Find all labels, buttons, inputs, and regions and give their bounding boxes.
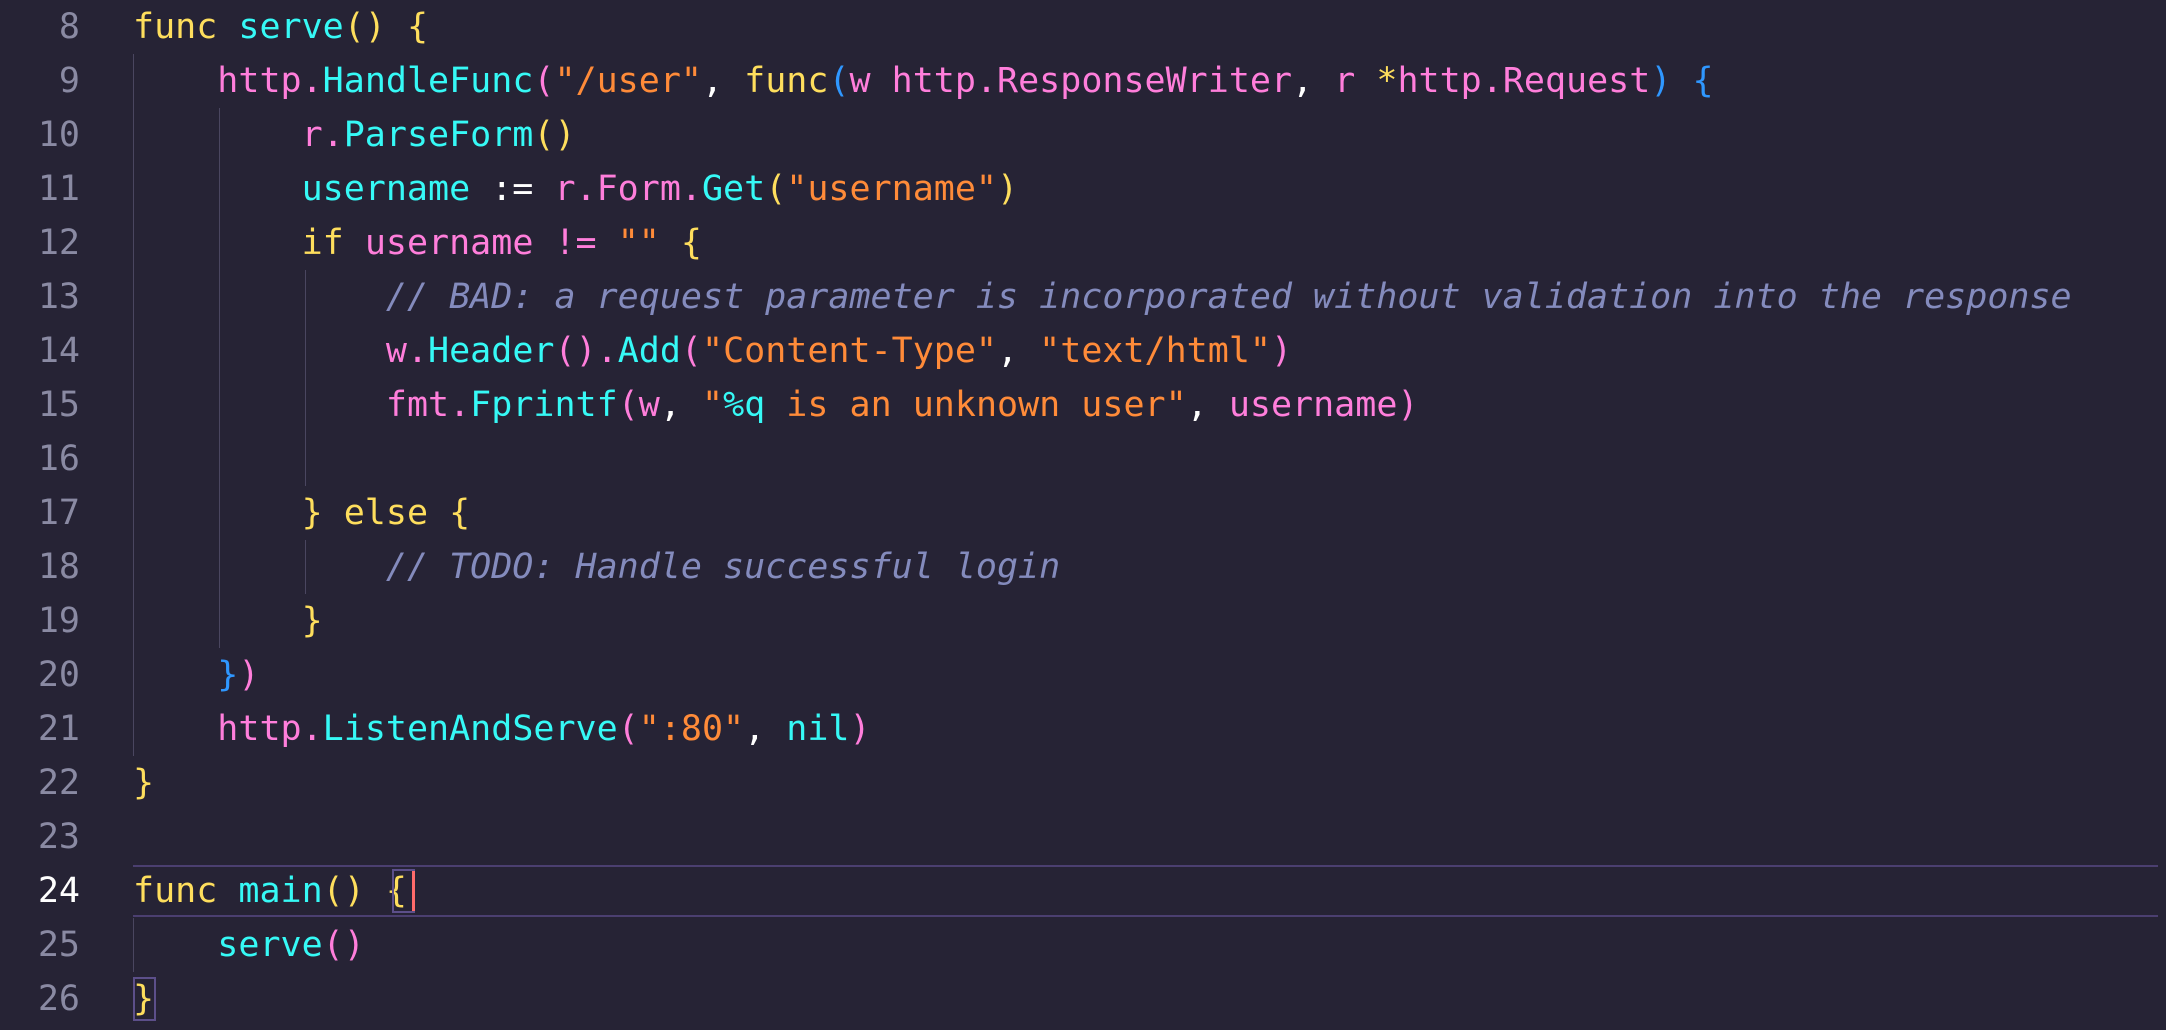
text-cursor (412, 871, 415, 911)
code-text[interactable]: w.Header().Add("Content-Type", "text/htm… (133, 324, 1292, 378)
code-text[interactable]: if username != "" { (133, 216, 702, 270)
code-text[interactable]: r.ParseForm() (133, 108, 576, 162)
code-text[interactable]: } (133, 594, 323, 648)
line-number: 13 (37, 277, 80, 317)
code-line[interactable]: 21 http.ListenAndServe(":80", nil) (0, 702, 2166, 756)
code-line[interactable]: 8 func serve() { (0, 0, 2166, 54)
line-number: 24 (37, 871, 80, 911)
code-text[interactable]: func main() { (133, 864, 407, 918)
code-editor[interactable]: 8 func serve() { 9 http.HandleFunc("/use… (0, 0, 2166, 1030)
code-line[interactable]: 15 fmt.Fprintf(w, "%q is an unknown user… (0, 378, 2166, 432)
code-line[interactable]: 13 // BAD: a request parameter is incorp… (0, 270, 2166, 324)
code-text[interactable]: // TODO: Handle successful login (133, 540, 1060, 594)
code-text[interactable]: }) (133, 648, 259, 702)
code-text[interactable]: } else { (133, 486, 471, 540)
code-line[interactable]: 12 if username != "" { (0, 216, 2166, 270)
line-number: 12 (37, 223, 80, 263)
code-line[interactable]: 10 r.ParseForm() (0, 108, 2166, 162)
line-number: 21 (37, 709, 80, 749)
code-line[interactable]: 9 http.HandleFunc("/user", func(w http.R… (0, 54, 2166, 108)
line-number: 10 (37, 115, 80, 155)
line-number: 22 (37, 763, 80, 803)
line-number: 17 (37, 493, 80, 533)
code-text[interactable]: http.HandleFunc("/user", func(w http.Res… (133, 54, 1713, 108)
code-line[interactable]: 14 w.Header().Add("Content-Type", "text/… (0, 324, 2166, 378)
code-line[interactable]: 16 (0, 432, 2166, 486)
line-number: 16 (37, 439, 80, 479)
code-line[interactable]: 25 serve() (0, 918, 2166, 972)
line-number: 20 (37, 655, 80, 695)
line-number: 9 (58, 61, 80, 101)
code-line[interactable]: 19 } (0, 594, 2166, 648)
code-line[interactable]: 20 }) (0, 648, 2166, 702)
code-line[interactable]: 26 } (0, 972, 2166, 1026)
line-number: 15 (37, 385, 80, 425)
bracket-match-close (133, 977, 156, 1021)
code-text[interactable]: username := r.Form.Get("username") (133, 162, 1019, 216)
code-text[interactable]: // BAD: a request parameter is incorpora… (133, 270, 2072, 324)
code-text[interactable]: func serve() { (133, 0, 428, 54)
code-line[interactable]: 11 username := r.Form.Get("username") (0, 162, 2166, 216)
line-number: 23 (37, 817, 80, 857)
code-line-active[interactable]: 24 func main() { (0, 864, 2166, 918)
line-number: 11 (37, 169, 80, 209)
code-line[interactable]: 22 } (0, 756, 2166, 810)
line-number: 26 (37, 979, 80, 1019)
code-text[interactable]: } (133, 756, 154, 810)
code-text[interactable]: fmt.Fprintf(w, "%q is an unknown user", … (133, 378, 1419, 432)
line-number: 18 (37, 547, 80, 587)
line-number: 8 (58, 7, 80, 47)
code-line[interactable]: 18 // TODO: Handle successful login (0, 540, 2166, 594)
line-number: 25 (37, 925, 80, 965)
line-number: 19 (37, 601, 80, 641)
code-line[interactable]: 23 (0, 810, 2166, 864)
line-number: 14 (37, 331, 80, 371)
code-text[interactable]: http.ListenAndServe(":80", nil) (133, 702, 870, 756)
code-line[interactable]: 17 } else { (0, 486, 2166, 540)
code-text[interactable]: serve() (133, 918, 365, 972)
